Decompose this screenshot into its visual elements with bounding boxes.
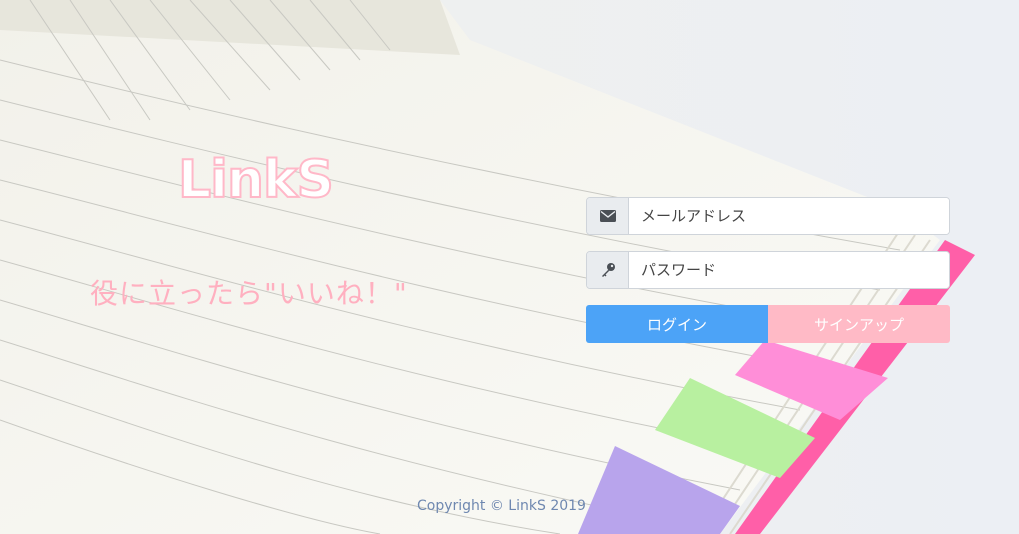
form-buttons: ログイン サインアップ (586, 305, 950, 343)
email-input-group (586, 197, 950, 235)
key-icon (587, 252, 629, 288)
signup-button[interactable]: サインアップ (768, 305, 950, 343)
tagline: 役に立ったら"いいね！" (90, 277, 408, 310)
password-input-group (586, 251, 950, 289)
password-input[interactable] (629, 252, 949, 288)
copyright: Copyright © LinkS 2019 (417, 498, 586, 514)
email-input[interactable] (629, 198, 949, 234)
login-button[interactable]: ログイン (586, 305, 768, 343)
logo: LinkS (177, 149, 335, 211)
login-form: ログイン サインアップ (586, 197, 950, 343)
envelope-icon (587, 198, 629, 234)
